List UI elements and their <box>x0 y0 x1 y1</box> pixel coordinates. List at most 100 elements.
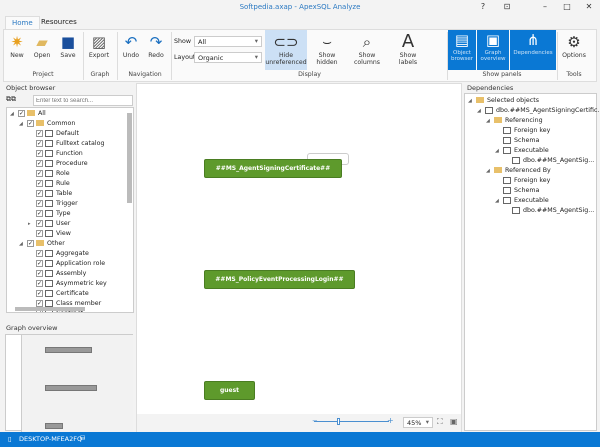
graph-node[interactable]: ##MS_PolicyEventProcessingLogin## <box>204 270 355 289</box>
tree-item[interactable]: ◢ ✓ Other <box>7 239 133 249</box>
graph-overview-panel-button[interactable]: ▣ Graph overview <box>477 30 509 70</box>
expand-collapse-buttons[interactable]: ⧉⧉ <box>6 95 32 106</box>
checkbox[interactable]: ✓ <box>18 109 25 117</box>
checkbox[interactable]: ✓ <box>36 209 43 217</box>
tree-item[interactable]: ◢ Executable <box>465 196 596 206</box>
tree-item[interactable]: ✓ Default <box>7 129 133 139</box>
tree-item[interactable]: ✓ Rule <box>7 179 133 189</box>
tree-item[interactable]: ✓ Role <box>7 169 133 179</box>
tree-item[interactable]: dbo.##MS_AgentSig... <box>465 156 596 166</box>
checkbox[interactable]: ✓ <box>27 239 34 247</box>
zoom-out-icon[interactable]: − <box>312 417 318 425</box>
checkbox[interactable]: ✓ <box>36 139 43 147</box>
tree-item[interactable]: ✓ Trigger <box>7 199 133 209</box>
show-columns-button[interactable]: ⌕ Show columns <box>346 32 388 70</box>
graph-overview-area[interactable] <box>5 334 133 432</box>
tree-item[interactable]: ✓ Aggregate <box>7 249 133 259</box>
tree-item[interactable]: Schema <box>465 186 596 196</box>
minimize-button[interactable]: – <box>538 2 552 14</box>
help-button[interactable]: ? <box>476 2 490 14</box>
maximize-button[interactable]: □ <box>560 2 574 14</box>
tree-item[interactable]: ✓ Asymmetric key <box>7 279 133 289</box>
checkbox[interactable]: ✓ <box>36 269 43 277</box>
restore-layout-button[interactable]: ⊡ <box>500 2 514 14</box>
object-browser-panel-button[interactable]: ▤ Object browser <box>448 30 476 70</box>
export-button[interactable]: ▨ Export <box>87 32 111 70</box>
tree-item[interactable]: Schema <box>465 136 596 146</box>
tree-item[interactable]: ✓ Table <box>7 189 133 199</box>
new-button[interactable]: ✷ New <box>6 32 28 70</box>
tree-item[interactable]: ✓ Procedure <box>7 159 133 169</box>
layout-select[interactable]: Organic <box>194 52 262 63</box>
tree-item[interactable]: ◢ dbo.##MS_AgentSigningCertific... <box>465 106 600 116</box>
graph-node[interactable]: ##MS_AgentSigningCertificate## <box>204 159 342 178</box>
tree-item[interactable]: ✓ Assembly <box>7 269 133 279</box>
tree-item[interactable]: ◢ Selected objects <box>465 96 596 106</box>
zoom-in-icon[interactable]: + <box>387 416 394 425</box>
tree-item[interactable]: ✓ View <box>7 229 133 239</box>
expander-icon[interactable]: ▸ <box>28 219 36 229</box>
show-select[interactable]: All <box>194 36 262 47</box>
show-labels-button[interactable]: A Show labels <box>390 32 426 70</box>
tree-item[interactable]: ◢ ✓ Common <box>7 119 133 129</box>
save-button[interactable]: ■ Save <box>57 32 79 70</box>
tree-item[interactable]: ✓ Fulltext catalog <box>7 139 133 149</box>
tree-item[interactable]: ◢ Referenced By <box>465 166 596 176</box>
checkbox[interactable]: ✓ <box>36 169 43 177</box>
expander-icon[interactable]: ◢ <box>495 196 503 206</box>
close-button[interactable]: ✕ <box>582 2 596 14</box>
checkbox[interactable]: ✓ <box>36 149 43 157</box>
graph-node[interactable]: guest <box>204 381 255 400</box>
checkbox[interactable]: ✓ <box>36 259 43 267</box>
dependencies-panel-button[interactable]: ⋔ Dependencies <box>510 30 556 70</box>
expander-icon[interactable]: ◢ <box>495 146 503 156</box>
tree-hscrollbar[interactable] <box>15 307 85 311</box>
expander-icon[interactable]: ◢ <box>486 166 494 176</box>
tree-item[interactable]: Foreign key <box>465 176 596 186</box>
group-show-panels: Show panels <box>482 71 522 78</box>
expander-icon[interactable]: ◢ <box>19 119 27 129</box>
checkbox[interactable]: ✓ <box>36 299 43 307</box>
tree-item[interactable]: ▸ ✓ User <box>7 219 133 229</box>
options-button[interactable]: ⚙ Options <box>560 32 588 70</box>
tree-item[interactable]: ◢ Referencing <box>465 116 596 126</box>
tab-resources[interactable]: Resources <box>35 16 83 29</box>
zoom-select[interactable]: 45% <box>403 417 433 428</box>
show-hidden-button[interactable]: ⌣ Show hidden <box>310 32 344 70</box>
zoom-slider-thumb[interactable] <box>337 418 340 425</box>
checkbox[interactable]: ✓ <box>36 249 43 257</box>
checkbox[interactable]: ✓ <box>36 279 43 287</box>
redo-button[interactable]: ↷ Redo <box>145 32 167 70</box>
checkbox[interactable]: ✓ <box>36 179 43 187</box>
expander-icon[interactable]: ◢ <box>477 106 485 116</box>
hide-unreferenced-button[interactable]: ⊂⊃ Hide unreferenced <box>265 30 307 70</box>
tree-item[interactable]: ✓ Type <box>7 209 133 219</box>
expander-icon[interactable]: ◢ <box>486 116 494 126</box>
open-button[interactable]: ▰ Open <box>31 32 53 70</box>
tree-item[interactable]: ✓ Application role <box>7 259 133 269</box>
graph-canvas[interactable]: ##MS_AgentSigningCertificate## ##MS_Poli… <box>136 83 462 432</box>
tree-item[interactable]: ◢ ✓ All <box>7 109 133 119</box>
tree-item[interactable]: Foreign key <box>465 126 596 136</box>
object-search-input[interactable] <box>33 95 133 106</box>
checkbox[interactable]: ✓ <box>36 289 43 297</box>
tree-item[interactable]: dbo.##MS_AgentSig... <box>465 206 596 216</box>
tree-item[interactable]: ✓ Certificate <box>7 289 133 299</box>
tree-item[interactable]: ◢ Executable <box>465 146 596 156</box>
zoom-slider[interactable] <box>314 421 389 422</box>
checkbox[interactable]: ✓ <box>27 119 34 127</box>
checkbox[interactable]: ✓ <box>36 159 43 167</box>
fit-to-screen-icon[interactable]: ⛶ <box>437 417 443 427</box>
checkbox[interactable]: ✓ <box>36 129 43 137</box>
tree-item[interactable]: ✓ Function <box>7 149 133 159</box>
checkbox[interactable]: ✓ <box>36 189 43 197</box>
expander-icon[interactable]: ◢ <box>19 239 27 249</box>
checkbox[interactable]: ✓ <box>36 219 43 227</box>
expander-icon[interactable]: ◢ <box>10 109 18 119</box>
undo-button[interactable]: ↶ Undo <box>120 32 142 70</box>
actual-size-icon[interactable]: ▣ <box>450 417 458 426</box>
tree-vscrollbar[interactable] <box>127 113 132 203</box>
expander-icon[interactable]: ◢ <box>468 96 476 106</box>
checkbox[interactable]: ✓ <box>36 199 43 207</box>
checkbox[interactable]: ✓ <box>36 229 43 237</box>
